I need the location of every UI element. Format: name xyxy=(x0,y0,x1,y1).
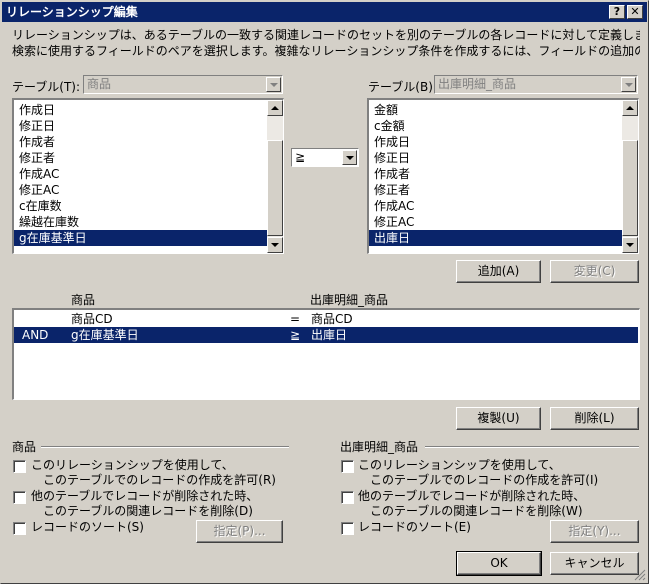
right-table-combo[interactable]: 出庫明細_商品 xyxy=(434,75,638,94)
left-table-value: 商品 xyxy=(87,77,112,91)
right-sort-checkbox[interactable] xyxy=(341,522,354,535)
right-specify-button[interactable]: 指定(Y)... xyxy=(550,520,639,543)
list-item[interactable]: g在庫基準日 xyxy=(14,230,267,246)
list-item[interactable]: 修正日 xyxy=(14,118,267,134)
pair-left-field: g在庫基準日 xyxy=(71,328,139,342)
pair-left-field: 商品CD xyxy=(71,312,113,326)
chevron-down-icon[interactable] xyxy=(621,77,636,92)
pair-right-field: 出庫日 xyxy=(311,328,348,342)
add-button[interactable]: 追加(A) xyxy=(456,260,541,283)
list-item[interactable]: 作成日 xyxy=(369,134,622,150)
list-item[interactable]: 修正AC xyxy=(14,182,267,198)
scroll-up-icon[interactable] xyxy=(267,100,283,116)
left-field-list[interactable]: 作成日 修正日 作成者 修正者 作成AC 修正AC c在庫数 繰越在庫数 g在庫基準日 xyxy=(12,98,284,254)
list-item[interactable]: 作成者 xyxy=(369,166,622,182)
left-list-scrollbar[interactable] xyxy=(267,100,283,253)
list-item[interactable]: 修正日 xyxy=(369,150,622,166)
left-table-label: テーブル(T): xyxy=(12,80,81,94)
list-item[interactable]: 出庫日 xyxy=(369,230,622,246)
left-sort-label[interactable]: レコードのソート(S) xyxy=(31,520,144,535)
right-cascade-delete-checkbox[interactable] xyxy=(341,491,354,504)
description-line-2: 検索に使用するフィールドのペアを選択します。複雑なリレーションシップ条件を作成す… xyxy=(12,44,640,58)
pair-logic: AND xyxy=(22,328,49,342)
right-allow-create-label[interactable]: このリレーションシップを使用して、 このテーブルでのレコードの作成を許可(I) xyxy=(358,458,598,488)
pairs-header-left: 商品 xyxy=(71,293,96,307)
left-cascade-delete-label[interactable]: 他のテーブルでレコードが削除された時、 このテーブルの関連レコードを削除(D) xyxy=(31,489,258,519)
list-item[interactable]: 作成AC xyxy=(369,198,622,214)
change-button[interactable]: 変更(C) xyxy=(550,260,639,283)
left-options-title: 商品 xyxy=(12,440,37,454)
list-item[interactable]: c在庫数 xyxy=(14,198,267,214)
scroll-thumb[interactable] xyxy=(267,140,283,236)
cancel-button[interactable]: キャンセル xyxy=(550,552,639,575)
list-item[interactable]: 作成AC xyxy=(14,166,267,182)
left-allow-create-checkbox[interactable] xyxy=(13,460,26,473)
pair-right-field: 商品CD xyxy=(311,312,353,326)
relationship-edit-dialog: リレーションシップ編集 ? ✕ リレーションシップは、あるテーブルの一致する関連… xyxy=(0,0,649,584)
duplicate-button[interactable]: 複製(U) xyxy=(456,407,541,430)
chevron-down-icon[interactable] xyxy=(266,77,281,92)
scroll-up-icon[interactable] xyxy=(622,100,638,116)
resize-grip-icon[interactable] xyxy=(634,569,646,581)
right-field-list[interactable]: 金額 c金額 作成日 修正日 作成者 修正者 作成AC 修正AC 出庫日 xyxy=(367,98,639,254)
pairs-header-right: 出庫明細_商品 xyxy=(310,293,389,307)
field-pairs-list[interactable]: 商品CD = 商品CD AND g在庫基準日 ≧ 出庫日 xyxy=(12,308,640,400)
right-allow-create-checkbox[interactable] xyxy=(341,460,354,473)
right-cascade-delete-label[interactable]: 他のテーブルでレコードが削除された時、 このテーブルの関連レコードを削除(W) xyxy=(358,489,585,519)
right-table-value: 出庫明細_商品 xyxy=(438,77,517,91)
scroll-down-icon[interactable] xyxy=(622,237,638,253)
list-item[interactable]: 修正者 xyxy=(14,150,267,166)
delete-button[interactable]: 削除(L) xyxy=(550,407,639,430)
operator-combo[interactable]: ≧ xyxy=(291,148,359,167)
left-sort-checkbox[interactable] xyxy=(13,522,26,535)
list-item[interactable]: 作成者 xyxy=(14,134,267,150)
pair-operator: = xyxy=(290,312,301,326)
pair-operator: ≧ xyxy=(290,328,301,342)
right-group-divider xyxy=(425,446,639,448)
list-item[interactable]: 修正者 xyxy=(369,182,622,198)
list-item[interactable]: 繰越在庫数 xyxy=(14,214,267,230)
scroll-thumb[interactable] xyxy=(622,140,638,236)
left-group-divider xyxy=(41,446,289,448)
scroll-down-icon[interactable] xyxy=(267,237,283,253)
title-bar: リレーションシップ編集 ? ✕ xyxy=(2,2,647,22)
left-cascade-delete-checkbox[interactable] xyxy=(13,491,26,504)
left-allow-create-label[interactable]: このリレーションシップを使用して、 このテーブルでのレコードの作成を許可(R) xyxy=(31,458,276,488)
right-sort-label[interactable]: レコードのソート(E) xyxy=(358,520,471,535)
ok-button[interactable]: OK xyxy=(456,551,542,576)
pair-row[interactable]: AND g在庫基準日 ≧ 出庫日 xyxy=(14,327,638,343)
operator-value: ≧ xyxy=(295,150,306,164)
description: リレーションシップは、あるテーブルの一致する関連レコードのセットを別のテーブルの… xyxy=(12,27,640,59)
right-list-scrollbar[interactable] xyxy=(622,100,638,253)
description-line-1: リレーションシップは、あるテーブルの一致する関連レコードのセットを別のテーブルの… xyxy=(12,28,640,42)
right-table-label: テーブル(B): xyxy=(368,80,437,94)
chevron-down-icon[interactable] xyxy=(342,150,357,165)
right-options-title: 出庫明細_商品 xyxy=(340,440,419,454)
left-specify-button[interactable]: 指定(P)... xyxy=(196,520,283,543)
list-item[interactable]: 修正AC xyxy=(369,214,622,230)
left-table-combo[interactable]: 商品 xyxy=(83,75,283,94)
close-icon[interactable]: ✕ xyxy=(627,5,643,19)
list-item[interactable]: 作成日 xyxy=(14,102,267,118)
list-item[interactable]: c金額 xyxy=(369,118,622,134)
window-title: リレーションシップ編集 xyxy=(6,5,138,19)
help-icon[interactable]: ? xyxy=(609,5,625,19)
list-item[interactable]: 金額 xyxy=(369,102,622,118)
pair-row[interactable]: 商品CD = 商品CD xyxy=(14,311,638,327)
